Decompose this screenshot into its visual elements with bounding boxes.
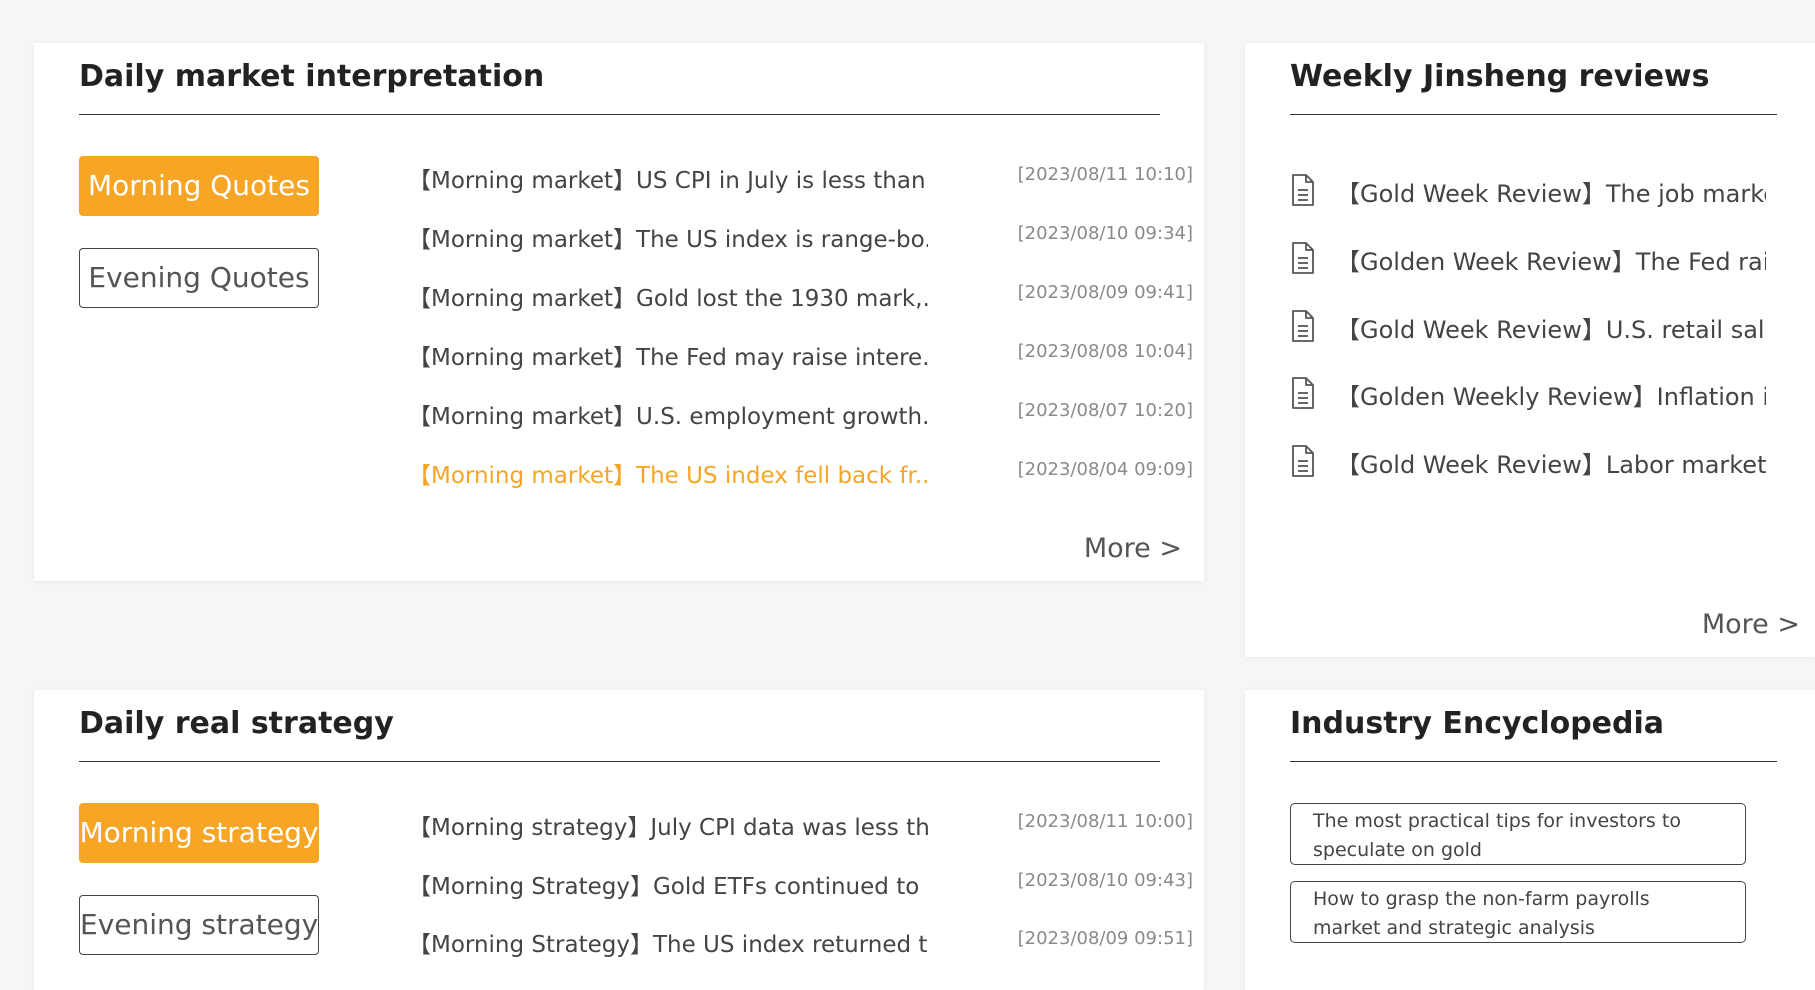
encyclopedia-card: Industry Encyclopedia The most practical… bbox=[1245, 690, 1815, 990]
article-title[interactable]: 【Morning market】The Fed may raise intere… bbox=[408, 338, 928, 372]
document-icon bbox=[1292, 310, 1314, 342]
article-title[interactable]: 【Morning market】US CPI in July is less t… bbox=[408, 161, 928, 195]
list-item[interactable]: 【Morning market】The US index fell back f… bbox=[408, 456, 1193, 490]
article-title[interactable]: 【Morning market】Gold lost the 1930 mark,… bbox=[408, 279, 928, 313]
daily-strategy-title: Daily real strategy bbox=[79, 706, 394, 741]
article-title[interactable]: 【Morning Strategy】The US index returned … bbox=[408, 925, 928, 959]
more-link[interactable]: More > bbox=[1702, 609, 1800, 640]
article-date: [2023/08/08 10:04] bbox=[1017, 341, 1193, 362]
encyclopedia-item[interactable]: How to grasp the non-farm payrolls marke… bbox=[1290, 881, 1746, 943]
list-item[interactable]: 【Morning market】U.S. employment growth..… bbox=[408, 397, 1193, 431]
article-title-hovered[interactable]: 【Morning market】The US index fell back f… bbox=[408, 456, 928, 490]
article-date: [2023/08/10 09:43] bbox=[1017, 870, 1193, 891]
daily-strategy-card: Daily real strategy Morning strategy Eve… bbox=[34, 690, 1204, 990]
article-date: [2023/08/04 09:09] bbox=[1017, 459, 1193, 480]
review-item[interactable]: 【Gold Week Review】Labor market d... bbox=[1290, 444, 1770, 480]
tab-evening-strategy[interactable]: Evening strategy bbox=[79, 895, 319, 955]
document-icon bbox=[1292, 445, 1314, 477]
article-date: [2023/08/11 10:10] bbox=[1017, 164, 1193, 185]
article-title[interactable]: 【Morning market】U.S. employment growth..… bbox=[408, 397, 928, 431]
list-item[interactable]: 【Morning strategy】July CPI data was less… bbox=[408, 808, 1193, 842]
review-title[interactable]: 【Golden Weekly Review】Inflation in J... bbox=[1336, 377, 1766, 412]
article-date: [2023/08/10 09:34] bbox=[1017, 223, 1193, 244]
article-date: [2023/08/11 10:00] bbox=[1017, 811, 1193, 832]
divider bbox=[1290, 761, 1777, 762]
weekly-reviews-title: Weekly Jinsheng reviews bbox=[1290, 59, 1710, 94]
more-link[interactable]: More > bbox=[1084, 533, 1182, 564]
divider bbox=[79, 761, 1160, 762]
list-item[interactable]: 【Morning Strategy】Gold ETFs continued to… bbox=[408, 867, 1193, 901]
article-date: [2023/08/09 09:41] bbox=[1017, 282, 1193, 303]
article-date: [2023/08/09 09:51] bbox=[1017, 928, 1193, 949]
divider bbox=[1290, 114, 1777, 115]
list-item[interactable]: 【Morning Strategy】The US index returned … bbox=[408, 925, 1193, 959]
list-item[interactable]: 【Morning market】The Fed may raise intere… bbox=[408, 338, 1193, 372]
review-title[interactable]: 【Gold Week Review】The job market i... bbox=[1336, 174, 1766, 209]
review-item[interactable]: 【Gold Week Review】U.S. retail sales ... bbox=[1290, 309, 1770, 345]
document-icon bbox=[1292, 377, 1314, 409]
article-title[interactable]: 【Morning strategy】July CPI data was less… bbox=[408, 808, 928, 842]
article-title[interactable]: 【Morning Strategy】Gold ETFs continued to… bbox=[408, 867, 928, 901]
list-item[interactable]: 【Morning market】The US index is range-bo… bbox=[408, 220, 1193, 254]
list-item[interactable]: 【Morning market】US CPI in July is less t… bbox=[408, 161, 1193, 195]
review-title[interactable]: 【Golden Week Review】The Fed raise... bbox=[1336, 242, 1766, 277]
article-title[interactable]: 【Morning market】The US index is range-bo… bbox=[408, 220, 928, 254]
tab-morning-strategy[interactable]: Morning strategy bbox=[79, 803, 319, 863]
review-title[interactable]: 【Gold Week Review】Labor market d... bbox=[1336, 445, 1766, 480]
weekly-reviews-card: Weekly Jinsheng reviews 【Gold Week Revie… bbox=[1245, 43, 1815, 657]
list-item[interactable]: 【Morning market】Gold lost the 1930 mark,… bbox=[408, 279, 1193, 313]
encyclopedia-item[interactable]: The most practical tips for investors to… bbox=[1290, 803, 1746, 865]
review-item[interactable]: 【Golden Weekly Review】Inflation in J... bbox=[1290, 376, 1770, 412]
document-icon bbox=[1292, 242, 1314, 274]
document-icon bbox=[1292, 174, 1314, 206]
article-date: [2023/08/07 10:20] bbox=[1017, 400, 1193, 421]
daily-market-card: Daily market interpretation Morning Quot… bbox=[34, 43, 1204, 581]
review-item[interactable]: 【Golden Week Review】The Fed raise... bbox=[1290, 241, 1770, 277]
daily-market-title: Daily market interpretation bbox=[79, 59, 545, 94]
tab-morning-quotes[interactable]: Morning Quotes bbox=[79, 156, 319, 216]
review-title[interactable]: 【Gold Week Review】U.S. retail sales ... bbox=[1336, 310, 1766, 345]
divider bbox=[79, 114, 1160, 115]
review-item[interactable]: 【Gold Week Review】The job market i... bbox=[1290, 173, 1770, 209]
tab-evening-quotes[interactable]: Evening Quotes bbox=[79, 248, 319, 308]
encyclopedia-title: Industry Encyclopedia bbox=[1290, 706, 1665, 741]
